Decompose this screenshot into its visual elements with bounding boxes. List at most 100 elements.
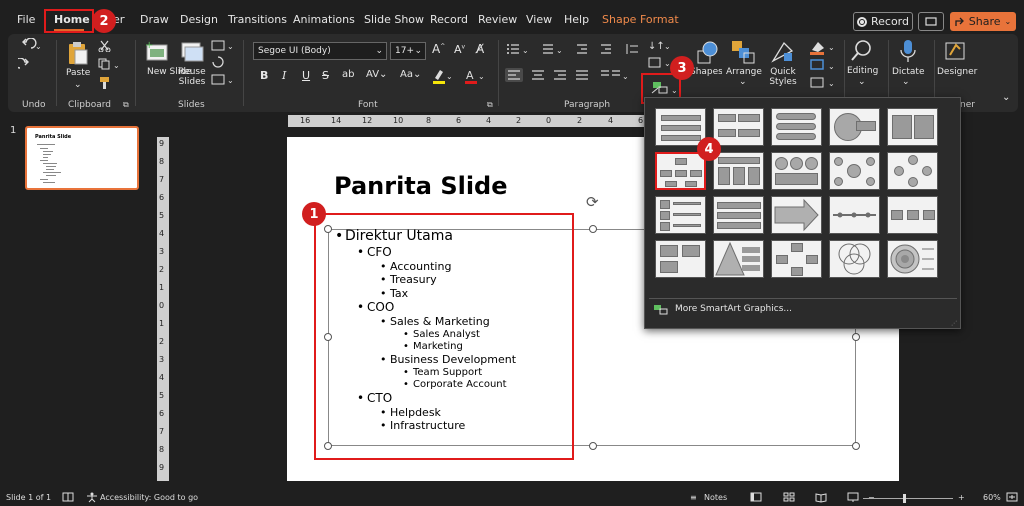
tab-draw[interactable]: Draw	[140, 13, 169, 26]
tab-review[interactable]: Review	[478, 13, 517, 26]
decrease-font-icon[interactable]: Av	[454, 43, 465, 56]
new-slide-icon[interactable]: +	[145, 40, 169, 62]
tab-animations[interactable]: Animations	[293, 13, 355, 26]
tab-slide-show[interactable]: Slide Show	[364, 13, 424, 26]
italic-icon[interactable]: I	[282, 69, 286, 82]
shapes-icon[interactable]	[696, 39, 720, 65]
slide-title[interactable]: Panrita Slide	[334, 172, 508, 200]
accessibility-status[interactable]: Accessibility: Good to go	[100, 493, 198, 502]
undo-icon[interactable]: ⌄	[18, 38, 42, 52]
char-spacing-icon[interactable]: AV⌄	[366, 69, 387, 80]
format-painter-icon[interactable]	[98, 76, 112, 90]
slide-layout-icons[interactable]: ⌄ ⌄	[211, 38, 235, 92]
zoom-slider[interactable]	[863, 498, 953, 499]
smartart-option[interactable]	[829, 152, 880, 190]
resize-handle[interactable]	[589, 225, 597, 233]
record-button[interactable]: Record	[853, 12, 913, 31]
slide-sorter-icon[interactable]	[783, 492, 795, 503]
slideshow-icon[interactable]	[847, 492, 859, 503]
cut-icon[interactable]	[98, 40, 112, 52]
comments-button[interactable]	[918, 12, 944, 31]
smartart-option[interactable]	[713, 240, 764, 278]
underline-icon[interactable]: U	[302, 69, 310, 82]
font-name-select[interactable]: Segoe UI (Body) ⌄	[253, 42, 387, 60]
spelling-check-icon[interactable]	[62, 492, 74, 503]
dictate-chevron-icon[interactable]: ⌄	[902, 77, 910, 87]
notes-button[interactable]: Notes	[704, 493, 727, 502]
resize-handle[interactable]	[852, 333, 860, 341]
smartart-option[interactable]	[829, 240, 880, 278]
smartart-option[interactable]	[887, 152, 938, 190]
strikethrough-icon[interactable]: S	[322, 69, 329, 82]
change-case-icon[interactable]: Aa⌄	[400, 69, 421, 80]
smartart-option[interactable]	[655, 196, 706, 234]
ruler-tick: 6	[159, 409, 165, 418]
ribbon-collapse-icon[interactable]: ⌄	[1002, 92, 1010, 103]
search-icon[interactable]	[850, 39, 874, 63]
notes-icon[interactable]: ≡	[690, 493, 697, 502]
increase-font-icon[interactable]: A^	[432, 42, 445, 56]
slide-thumbnail[interactable]: Panrita Slide	[25, 126, 139, 190]
paste-icon[interactable]	[66, 40, 90, 66]
smartart-option[interactable]	[771, 108, 822, 146]
clear-formatting-icon[interactable]: A̸	[476, 42, 484, 56]
resize-handle[interactable]	[589, 442, 597, 450]
redo-icon[interactable]	[18, 58, 32, 72]
font-launcher-icon[interactable]: ⧉	[487, 100, 493, 110]
smartart-option[interactable]	[713, 152, 764, 190]
arrange-icon[interactable]	[730, 39, 756, 65]
paragraph-list-icons[interactable]: ⌄ ⌄	[505, 42, 645, 56]
gallery-resize-grip-icon[interactable]: ⋰	[951, 320, 957, 327]
tab-file[interactable]: File	[17, 13, 35, 26]
paragraph-align-icons[interactable]: ⌄	[505, 68, 645, 82]
bold-icon[interactable]: B	[260, 69, 268, 82]
smartart-option[interactable]	[829, 196, 880, 234]
tab-view[interactable]: View	[526, 13, 552, 26]
smartart-option[interactable]	[771, 240, 822, 278]
copy-icon[interactable]: ⌄	[98, 58, 122, 70]
ruler-tick: 14	[331, 116, 342, 125]
smartart-option[interactable]	[713, 108, 764, 146]
accessibility-icon[interactable]	[86, 492, 98, 503]
reading-view-icon[interactable]	[815, 492, 827, 503]
zoom-in-icon[interactable]: +	[958, 493, 965, 502]
tab-record[interactable]: Record	[430, 13, 468, 26]
smartart-option[interactable]	[655, 240, 706, 278]
smartart-option[interactable]	[887, 108, 938, 146]
smartart-hierarchy-option[interactable]	[655, 152, 706, 190]
rotate-handle-icon[interactable]: ⟳	[586, 193, 599, 211]
designer-icon[interactable]	[944, 39, 968, 63]
font-color-icon[interactable]: A ⌄	[464, 68, 486, 84]
smartart-option[interactable]	[771, 152, 822, 190]
smartart-option[interactable]	[713, 196, 764, 234]
highlight-color-icon[interactable]: ⌄	[432, 68, 454, 84]
ruler-tick: 10	[393, 116, 404, 125]
tab-help[interactable]: Help	[564, 13, 589, 26]
reuse-slides-icon[interactable]	[180, 40, 204, 62]
microphone-icon[interactable]	[898, 39, 918, 65]
normal-view-icon[interactable]	[750, 492, 762, 503]
editing-chevron-icon[interactable]: ⌄	[858, 77, 866, 87]
shape-fill-outline-effects-icons[interactable]: ⌄ ⌄ ⌄	[808, 38, 838, 92]
shadow-icon[interactable]: ab	[342, 69, 354, 80]
share-button[interactable]: Share ⌄	[950, 12, 1016, 31]
smartart-option[interactable]	[887, 196, 938, 234]
quick-styles-icon[interactable]	[770, 39, 796, 65]
zoom-slider-handle[interactable]	[903, 494, 906, 503]
svg-text:⌄: ⌄	[664, 42, 671, 51]
tab-shape-format[interactable]: Shape Format	[602, 13, 679, 26]
clipboard-launcher-icon[interactable]: ⧉	[123, 100, 129, 110]
tab-transitions[interactable]: Transitions	[228, 13, 287, 26]
smartart-option[interactable]	[771, 196, 822, 234]
fit-to-window-icon[interactable]	[1006, 492, 1018, 503]
resize-handle[interactable]	[852, 442, 860, 450]
arrange-chevron-icon[interactable]: ⌄	[739, 77, 747, 87]
tab-design[interactable]: Design	[180, 13, 218, 26]
smartart-option[interactable]	[887, 240, 938, 278]
more-smartart-button[interactable]: More SmartArt Graphics...	[653, 303, 792, 315]
smartart-option[interactable]	[829, 108, 880, 146]
zoom-level[interactable]: 60%	[983, 493, 1001, 502]
smartart-option[interactable]	[655, 108, 706, 146]
font-size-select[interactable]: 17+ ⌄	[390, 42, 426, 60]
paste-chevron-icon[interactable]: ⌄	[74, 80, 82, 90]
